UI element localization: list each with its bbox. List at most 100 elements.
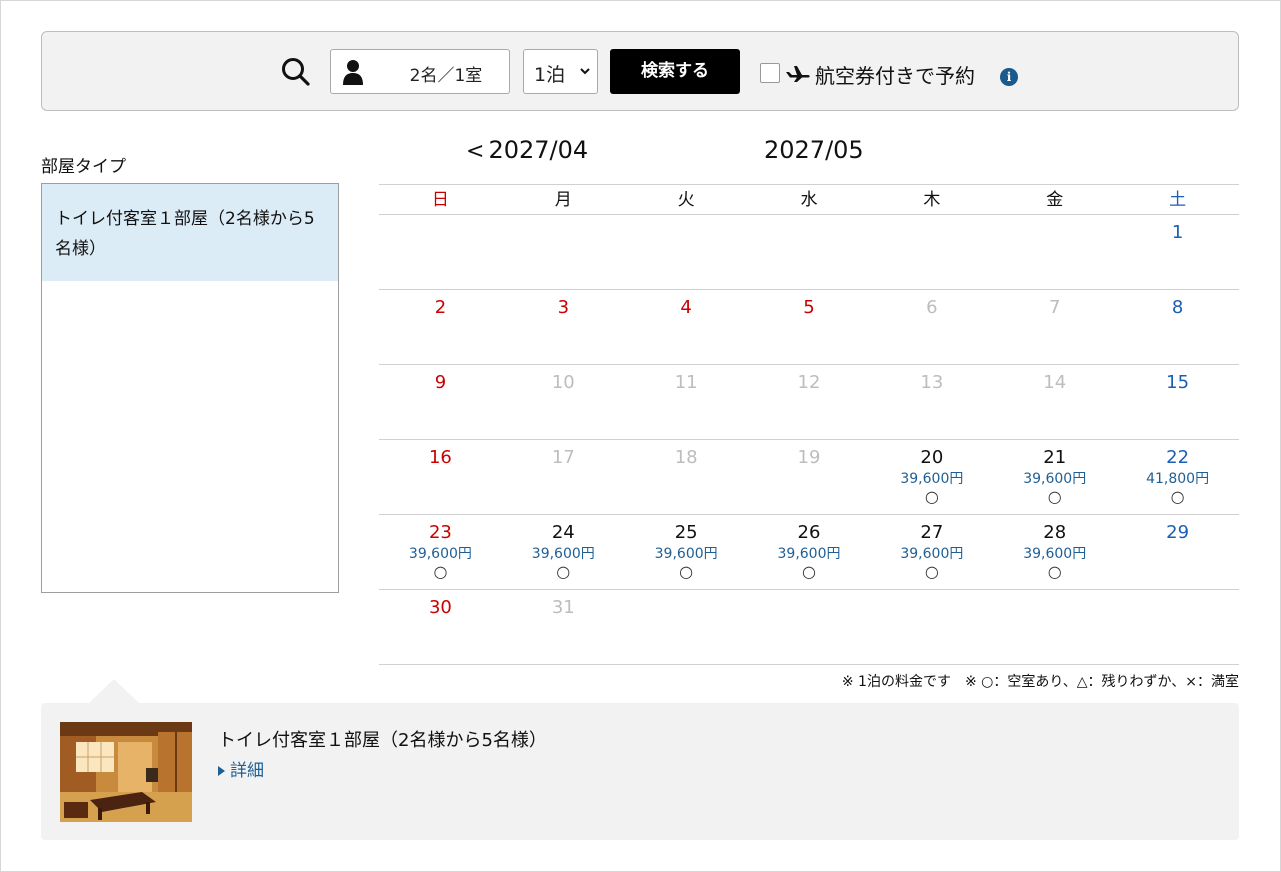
calendar-week-row: 30 31	[379, 590, 1239, 665]
nights-select[interactable]: 1泊	[523, 49, 598, 94]
calendar-week-row: 16 17 18 19 20 39,600円 ○ 21 39,600円 ○ 22 41,800円 ○	[379, 440, 1239, 515]
weekday-mon: 月	[554, 190, 572, 210]
calendar-day-cell[interactable]: 24 39,600円 ○	[502, 515, 625, 589]
guests-rooms-selector[interactable]: 2名／1室	[330, 49, 510, 94]
day-number: 10	[551, 372, 575, 393]
flight-option-label[interactable]: 航空券付きで予約	[815, 60, 975, 89]
calendar-body: 1 2 3 4 5 6 7 8 9 10 11 12 13 14 15 16 17 18 19 20 39,600円 ○ 2…	[379, 215, 1239, 665]
calendar-empty-cell	[870, 215, 993, 289]
calendar-day-cell: 14	[993, 365, 1116, 439]
day-number: 15	[1166, 372, 1190, 393]
day-number: 9	[434, 372, 447, 393]
calendar-empty-cell	[1116, 590, 1239, 664]
calendar-empty-cell	[748, 215, 871, 289]
calendar-day-cell: 31	[502, 590, 625, 664]
day-number: 11	[674, 372, 698, 393]
calendar-day-cell[interactable]: 23 39,600円 ○	[379, 515, 502, 589]
prev-arrow: <	[466, 139, 485, 164]
day-number: 21	[1043, 447, 1067, 468]
calendar-week-row: 23 39,600円 ○ 24 39,600円 ○ 25 39,600円 ○ 26 39,600円 ○…	[379, 515, 1239, 590]
search-button[interactable]: 検索する	[610, 49, 740, 94]
calendar-day-cell: 15	[1116, 365, 1239, 439]
day-number: 18	[674, 447, 698, 468]
day-price[interactable]: 39,600円	[748, 545, 871, 563]
day-price[interactable]: 39,600円	[870, 470, 993, 488]
info-icon[interactable]: i	[1000, 68, 1018, 86]
day-number: 19	[797, 447, 821, 468]
calendar-day-cell: 16	[379, 440, 502, 514]
availability-status: ○	[556, 562, 571, 581]
detail-pointer	[89, 679, 139, 703]
guests-rooms-value: 2名／1室	[409, 66, 483, 86]
availability-status: ○	[1047, 562, 1062, 581]
availability-status: ○	[1170, 487, 1185, 506]
day-number: 20	[920, 447, 944, 468]
day-price[interactable]: 41,800円	[1116, 470, 1239, 488]
calendar-empty-cell	[993, 215, 1116, 289]
calendar-day-cell: 1	[1116, 215, 1239, 289]
calendar-day-cell[interactable]: 21 39,600円 ○	[993, 440, 1116, 514]
calendar: 日 月 火 水 木 金 土 1 2 3 4 5 6 7 8 9 10 11 12 13 14 15 16 17 1…	[379, 184, 1239, 665]
day-price[interactable]: 39,600円	[993, 545, 1116, 563]
calendar-day-cell: 8	[1116, 290, 1239, 364]
room-type-heading: 部屋タイプ	[41, 157, 126, 177]
room-detail-link[interactable]: 詳細	[218, 756, 264, 781]
weekday-sat: 土	[1169, 190, 1187, 210]
calendar-empty-cell	[625, 590, 748, 664]
availability-status: ○	[924, 562, 939, 581]
calendar-day-cell[interactable]: 26 39,600円 ○	[748, 515, 871, 589]
search-icon[interactable]	[280, 56, 312, 88]
calendar-day-cell: 9	[379, 365, 502, 439]
calendar-day-cell[interactable]: 28 39,600円 ○	[993, 515, 1116, 589]
calendar-day-cell: 18	[625, 440, 748, 514]
weekday-wed: 水	[800, 190, 818, 210]
day-number: 23	[428, 522, 452, 543]
room-name: トイレ付客室１部屋（2名様から5名様）	[218, 730, 547, 751]
day-number: 6	[926, 297, 938, 318]
day-number: 7	[1049, 297, 1061, 318]
day-number: 27	[920, 522, 944, 543]
day-price[interactable]: 39,600円	[993, 470, 1116, 488]
day-number: 24	[551, 522, 575, 543]
calendar-day-cell: 2	[379, 290, 502, 364]
day-number: 5	[803, 297, 815, 318]
weekday-tue: 火	[677, 190, 695, 210]
day-number: 17	[551, 447, 575, 468]
day-number: 12	[797, 372, 821, 393]
calendar-empty-cell	[379, 215, 502, 289]
day-price[interactable]: 39,600円	[379, 545, 502, 563]
prev-month-label: 2027/04	[488, 136, 589, 164]
day-number: 25	[674, 522, 698, 543]
day-number: 14	[1043, 372, 1067, 393]
calendar-day-cell[interactable]: 27 39,600円 ○	[870, 515, 993, 589]
weekday-fri: 金	[1046, 190, 1064, 210]
calendar-day-cell: 7	[993, 290, 1116, 364]
calendar-empty-cell	[625, 215, 748, 289]
calendar-week-row: 2 3 4 5 6 7 8	[379, 290, 1239, 365]
calendar-legend: ※ 1泊の料金です ※ ○：空室あり、△：残りわずか、×：満室	[841, 674, 1239, 690]
day-price[interactable]: 39,600円	[502, 545, 625, 563]
day-number: 16	[428, 447, 452, 468]
room-type-item[interactable]: トイレ付客室１部屋（2名様から5名様）	[42, 184, 338, 281]
weekday-thu: 木	[923, 190, 941, 210]
day-price[interactable]: 39,600円	[625, 545, 748, 563]
day-number: 1	[1171, 222, 1184, 243]
calendar-empty-cell	[870, 590, 993, 664]
day-price[interactable]: 39,600円	[870, 545, 993, 563]
calendar-day-cell: 29	[1116, 515, 1239, 589]
calendar-day-cell: 3	[502, 290, 625, 364]
flight-checkbox[interactable]	[760, 63, 780, 83]
calendar-day-cell[interactable]: 25 39,600円 ○	[625, 515, 748, 589]
availability-status: ○	[1047, 487, 1062, 506]
prev-month-link[interactable]: <2027/04	[466, 136, 588, 164]
nights-value: 1泊	[534, 64, 566, 86]
calendar-day-cell: 19	[748, 440, 871, 514]
calendar-day-cell[interactable]: 20 39,600円 ○	[870, 440, 993, 514]
weekday-sun: 日	[431, 190, 449, 210]
calendar-day-cell: 12	[748, 365, 871, 439]
calendar-week-row: 9 10 11 12 13 14 15	[379, 365, 1239, 440]
day-number: 28	[1043, 522, 1067, 543]
availability-status: ○	[433, 562, 448, 581]
calendar-day-cell[interactable]: 22 41,800円 ○	[1116, 440, 1239, 514]
calendar-day-cell: 11	[625, 365, 748, 439]
